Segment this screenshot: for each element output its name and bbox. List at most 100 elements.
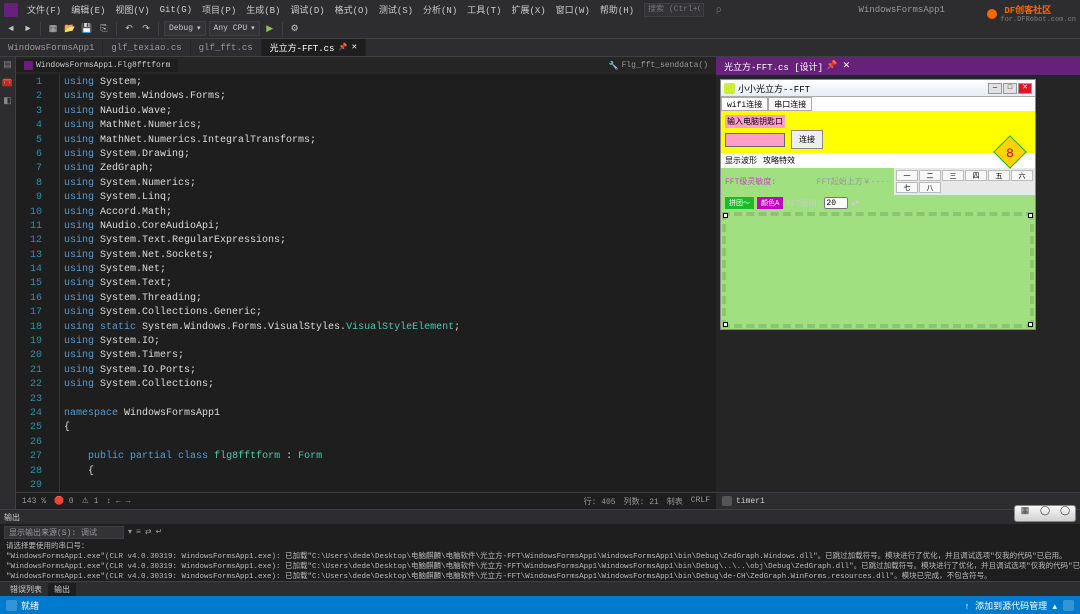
menu-help[interactable]: 帮助(H) <box>596 2 638 17</box>
clear-icon[interactable]: ≡ <box>136 528 141 537</box>
numpad-cell[interactable]: 七 <box>896 182 918 193</box>
forward-icon[interactable]: ► <box>21 22 35 36</box>
numpad-cell[interactable]: 二 <box>919 170 941 181</box>
open-icon[interactable]: 📂 <box>63 22 77 36</box>
redo-icon[interactable]: ↷ <box>139 22 153 36</box>
brand-logo: DF创客社区for.DFRobot.com.cn <box>987 3 1076 24</box>
vs-logo-icon <box>4 3 18 17</box>
close-icon[interactable]: ✕ <box>1018 83 1032 94</box>
numpad[interactable]: 一二三四五六七八 <box>894 168 1035 195</box>
designer-pane: 光立方-FFT.cs [设计]📌 ✕ 小小光立方--FFT — □ ✕ wifi… <box>716 57 1080 509</box>
form-tabstrip[interactable]: wifi连接串口连接 <box>721 97 1035 111</box>
svg-text:8: 8 <box>1006 146 1014 161</box>
winform-preview[interactable]: 小小光立方--FFT — □ ✕ wifi连接串口连接 输入电脑钥匙口 <box>720 79 1036 330</box>
tab-texiao[interactable]: glf_texiao.cs <box>103 39 190 56</box>
menu-extensions[interactable]: 扩展(X) <box>507 2 549 17</box>
save-icon[interactable]: 💾 <box>80 22 94 36</box>
menu-edit[interactable]: 编辑(E) <box>67 2 109 17</box>
server-explorer-icon[interactable]: ▤ <box>2 60 14 72</box>
class-icon <box>24 61 33 70</box>
output-title: 输出 <box>4 512 20 523</box>
menu-git[interactable]: Git(G) <box>156 4 196 16</box>
port-combo[interactable] <box>725 133 785 147</box>
tab-output[interactable]: 输出 <box>48 583 76 596</box>
numpad-cell[interactable]: 三 <box>942 170 964 181</box>
menu-tools[interactable]: 工具(T) <box>463 2 505 17</box>
file-tab-strip: WindowsFormsApp1 glf_texiao.cs glf_fft.c… <box>0 39 1080 57</box>
caret-line: 行: 405 <box>584 496 616 507</box>
new-icon[interactable]: ▦ <box>46 22 60 36</box>
badge-group[interactable]: 拼团～ <box>725 197 754 209</box>
tab-fft[interactable]: glf_fft.cs <box>191 39 262 56</box>
designer-tab[interactable]: 光立方-FFT.cs [设计]📌 ✕ <box>716 58 858 75</box>
connect-button[interactable]: 连接 <box>791 130 823 149</box>
menu-build[interactable]: 生成(B) <box>242 2 284 17</box>
left-toolrail: ▤ 🧰 ◧ <box>0 57 16 509</box>
label-wave: 显示波形 <box>725 155 757 166</box>
menu-test[interactable]: 测试(S) <box>375 2 417 17</box>
zedgraph-canvas[interactable] <box>722 212 1034 328</box>
numpad-cell[interactable]: 八 <box>919 182 941 193</box>
tab-project[interactable]: WindowsFormsApp1 <box>0 39 103 56</box>
numpad-cell[interactable]: 一 <box>896 170 918 181</box>
main-toolbar: ◄ ► ▦ 📂 💾 ⎘ ↶ ↷ Debug Any CPU ▶ ⚙ <box>0 19 1080 39</box>
label-effect: 攻略特效 <box>763 155 795 166</box>
numpad-cell[interactable]: 六 <box>1011 170 1033 181</box>
source-control-button[interactable]: ↑ 添加到源代码管理 ▴ <box>964 599 1057 612</box>
menu-analyze[interactable]: 分析(N) <box>419 2 461 17</box>
menu-view[interactable]: 视图(V) <box>111 2 153 17</box>
toggle-icon[interactable]: ⇄ <box>145 527 152 537</box>
code-content[interactable]: using System;using System.Windows.Forms;… <box>60 74 716 492</box>
run-icon[interactable]: ▶ <box>263 22 277 36</box>
config-combo[interactable]: Debug <box>164 21 206 36</box>
platform-combo[interactable]: Any CPU <box>209 21 260 36</box>
menu-project[interactable]: 项目(P) <box>198 2 240 17</box>
notify-icon[interactable] <box>1063 600 1074 611</box>
tab-glf-fft[interactable]: 光立方-FFT.cs📌 ✕ <box>262 39 367 56</box>
bottom-tab-strip: 错误列表 输出 <box>0 581 1080 596</box>
save-all-icon[interactable]: ⎘ <box>97 22 111 36</box>
menu-format[interactable]: 格式(O) <box>331 2 373 17</box>
minimize-icon[interactable]: — <box>988 83 1002 94</box>
fold-margin[interactable] <box>48 74 60 492</box>
toolbox-icon[interactable]: 🧰 <box>2 78 14 90</box>
menu-file[interactable]: 文件(F) <box>23 2 65 17</box>
badge-color[interactable]: 颜色A <box>757 197 783 209</box>
back-icon[interactable]: ◄ <box>4 22 18 36</box>
tab-error-list[interactable]: 错误列表 <box>4 583 48 596</box>
menu-bar: 文件(F) 编辑(E) 视图(V) Git(G) 项目(P) 生成(B) 调试(… <box>0 0 1080 19</box>
search-input[interactable] <box>644 3 704 17</box>
brand-icon <box>987 9 997 19</box>
output-source-combo[interactable]: 显示输出来源(S): 调试 <box>4 526 124 539</box>
status-icon <box>6 600 17 611</box>
pin-icon[interactable]: 📌 ✕ <box>338 43 357 52</box>
caret-col: 列数: 21 <box>624 496 659 507</box>
maximize-icon[interactable]: □ <box>1003 83 1017 94</box>
editor-status-strip: 143 % 🛑 0 ⚠ 1 ↕ ← → 行: 405 列数: 21 制表 CRL… <box>16 492 716 509</box>
diamond-icon: 8 <box>991 133 1029 171</box>
numpad-cell[interactable]: 四 <box>965 170 987 181</box>
numpad-cell[interactable]: 五 <box>988 170 1010 181</box>
status-bar: 就绪 ↑ 添加到源代码管理 ▴ <box>0 596 1080 614</box>
zoom-level[interactable]: 143 % <box>22 497 46 506</box>
menu-window[interactable]: 窗口(W) <box>552 2 594 17</box>
fft-level-input[interactable] <box>824 197 848 209</box>
output-panel: 输出▬ ✕ 显示输出来源(S): 调试 ▾ ≡ ⇄ ↵ 请选择要使用的串口号： … <box>0 509 1080 581</box>
code-editor-pane: WindowsFormsApp1.Flg8fftform 🔧Flg_fft_se… <box>16 57 716 509</box>
form-icon <box>724 83 735 94</box>
media-control[interactable]: ▦◯◯ <box>1014 505 1076 522</box>
menu-debug[interactable]: 调试(D) <box>286 2 328 17</box>
wrap-icon[interactable]: ↵ <box>156 527 163 537</box>
form-titlebar: 小小光立方--FFT — □ ✕ <box>721 80 1035 97</box>
line-gutter: 1234567891011121314151617181920212223242… <box>16 74 48 492</box>
nav-class-combo[interactable]: WindowsFormsApp1.Flg8fftform <box>16 59 178 72</box>
label-input: 输入电脑钥匙口 <box>725 115 785 128</box>
designer-surface[interactable]: 小小光立方--FFT — □ ✕ wifi连接串口连接 输入电脑钥匙口 <box>716 75 1080 492</box>
timer-icon <box>722 496 732 506</box>
tool-icon[interactable]: ⚙ <box>288 22 302 36</box>
undo-icon[interactable]: ↶ <box>122 22 136 36</box>
output-text[interactable]: 请选择要使用的串口号： "WindowsFormsApp1.exe"(CLR v… <box>0 540 1080 581</box>
app-title: WindowsFormsApp1 <box>855 4 949 16</box>
datasource-icon[interactable]: ◧ <box>2 96 14 108</box>
nav-method-combo[interactable]: 🔧Flg_fft_senddata() <box>601 59 716 73</box>
